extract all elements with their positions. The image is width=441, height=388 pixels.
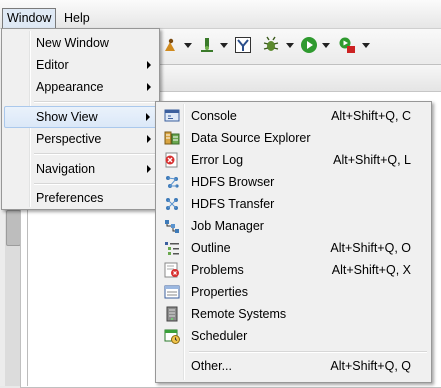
error-log-icon — [165, 152, 178, 168]
view-item-shortcut: Alt+Shift+Q, C — [331, 109, 411, 123]
menu-window[interactable]: Window — [2, 8, 57, 29]
view-item-shortcut: Alt+Shift+Q, X — [331, 263, 411, 277]
view-item-properties[interactable]: Properties — [158, 281, 429, 303]
view-item-data-source-explorer[interactable]: Data Source Explorer — [158, 127, 429, 149]
run-icon[interactable] — [300, 36, 318, 54]
view-item-label: Properties — [191, 285, 248, 299]
view-item-console[interactable]: Console Alt+Shift+Q, C — [158, 105, 429, 127]
left-scrollbar-thumb[interactable] — [6, 210, 21, 246]
view-item-label: Problems — [191, 263, 244, 277]
hdfs-browser-icon — [166, 176, 179, 188]
microscope-dropdown[interactable] — [220, 43, 228, 48]
view-item-hdfs-browser[interactable]: HDFS Browser — [158, 171, 429, 193]
view-item-problems[interactable]: Problems Alt+Shift+Q, X — [158, 259, 429, 281]
menu-item-navigation[interactable]: Navigation — [4, 158, 157, 180]
view-item-label: Outline — [191, 241, 231, 255]
menu-item-label: Editor — [36, 58, 69, 72]
menu-item-show-view[interactable]: Show View — [4, 106, 157, 128]
menu-item-preferences[interactable]: Preferences — [4, 187, 157, 209]
run-dropdown[interactable] — [322, 43, 330, 48]
run-ant-icon[interactable] — [162, 36, 180, 54]
menu-item-editor[interactable]: Editor — [4, 54, 157, 76]
view-item-shortcut: Alt+Shift+Q, O — [330, 241, 411, 255]
remote-systems-icon — [166, 306, 178, 322]
run-ant-dropdown[interactable] — [184, 43, 192, 48]
submenu-arrow-icon — [147, 83, 151, 91]
menu-separator — [34, 153, 155, 155]
view-item-label: Console — [191, 109, 237, 123]
view-item-shortcut: Alt+Shift+Q, L — [333, 153, 411, 167]
view-item-remote-systems[interactable]: Remote Systems — [158, 303, 429, 325]
hdfs-transfer-icon — [166, 198, 178, 210]
problems-icon — [164, 262, 179, 278]
view-item-hdfs-transfer[interactable]: HDFS Transfer — [158, 193, 429, 215]
view-item-scheduler[interactable]: Scheduler — [158, 325, 429, 347]
menu-bar: Window Help — [0, 0, 441, 29]
menu-item-perspective[interactable]: Perspective — [4, 128, 157, 150]
menu-item-new-window[interactable]: New Window — [4, 32, 157, 54]
view-item-label: Scheduler — [191, 329, 248, 343]
view-item-label: HDFS Transfer — [191, 197, 275, 211]
menu-item-label: New Window — [36, 36, 109, 50]
menu-item-appearance[interactable]: Appearance — [4, 76, 157, 98]
view-item-label: Other... — [191, 359, 232, 373]
submenu-arrow-icon — [147, 135, 151, 143]
view-item-label: Remote Systems — [191, 307, 287, 321]
properties-icon — [164, 285, 180, 299]
submenu-arrow-icon — [146, 113, 150, 121]
submenu-arrow-icon — [147, 165, 151, 173]
menu-item-label: Appearance — [36, 80, 104, 94]
filter-y-icon[interactable] — [234, 36, 252, 54]
view-item-job-manager[interactable]: Job Manager — [158, 215, 429, 237]
debug-dropdown[interactable] — [286, 43, 294, 48]
menu-separator — [189, 351, 427, 353]
menu-item-label: Perspective — [36, 132, 102, 146]
microscope-icon[interactable] — [198, 36, 216, 54]
data-source-explorer-icon — [164, 131, 180, 145]
view-item-label: Error Log — [191, 153, 244, 167]
view-item-label: Data Source Explorer — [191, 131, 311, 145]
debug-icon[interactable] — [262, 36, 280, 54]
menu-item-label: Show View — [36, 110, 98, 124]
external-tools-icon[interactable] — [338, 36, 356, 54]
menu-separator — [34, 183, 155, 185]
menu-separator — [34, 101, 155, 103]
external-tools-dropdown[interactable] — [362, 43, 370, 48]
console-icon — [164, 109, 180, 122]
menu-item-label: Navigation — [36, 162, 96, 176]
submenu-arrow-icon — [147, 61, 151, 69]
menu-help[interactable]: Help — [60, 9, 94, 28]
view-item-other[interactable]: Other... Alt+Shift+Q, Q — [158, 355, 429, 377]
view-item-label: Job Manager — [191, 219, 264, 233]
view-item-label: HDFS Browser — [191, 175, 275, 189]
job-manager-icon — [165, 220, 179, 233]
view-item-shortcut: Alt+Shift+Q, Q — [330, 359, 411, 373]
outline-icon — [165, 242, 179, 255]
show-view-submenu: Console Alt+Shift+Q, C Data Source Explo… — [155, 101, 432, 383]
window-menu: New Window Editor Appearance Show View P… — [1, 28, 160, 210]
scheduler-icon — [164, 329, 180, 344]
view-item-error-log[interactable]: Error Log Alt+Shift+Q, L — [158, 149, 429, 171]
menu-item-label: Preferences — [36, 191, 104, 205]
view-item-outline[interactable]: Outline Alt+Shift+Q, O — [158, 237, 429, 259]
